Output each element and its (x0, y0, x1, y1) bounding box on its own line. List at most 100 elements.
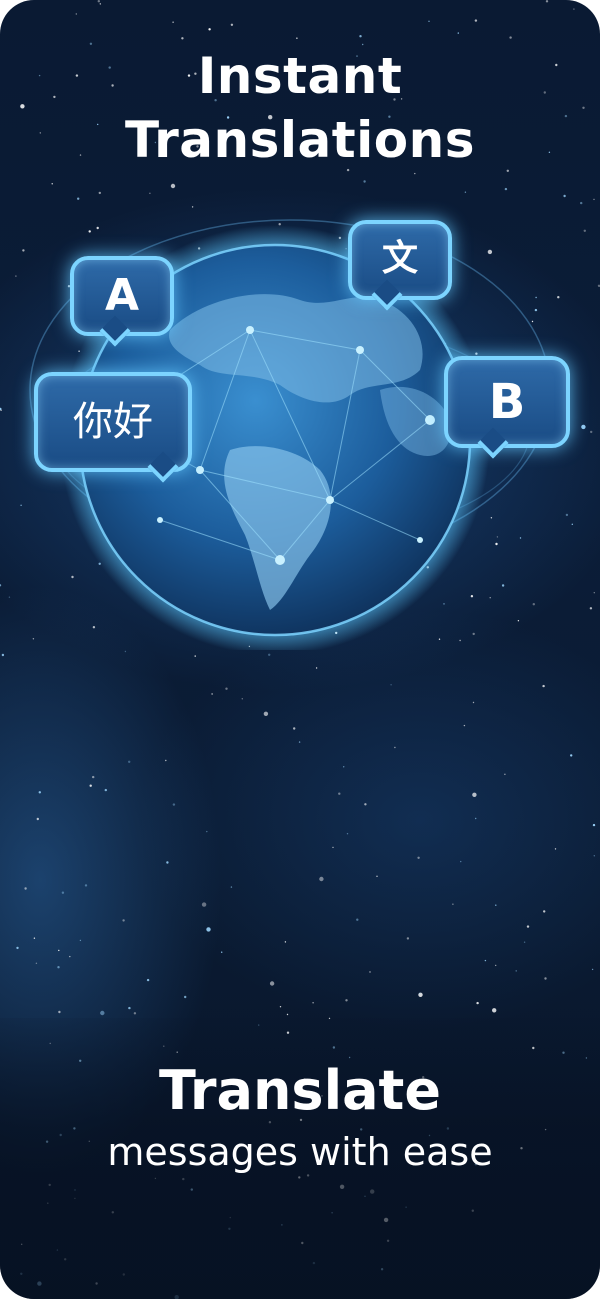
star (570, 754, 573, 757)
headline-line-2: Translations (125, 111, 475, 169)
chinese-greeting-label: 你好 (73, 399, 153, 445)
star (592, 823, 596, 827)
star (418, 992, 423, 997)
star (100, 1010, 105, 1016)
star (184, 995, 187, 999)
star (376, 875, 378, 877)
star (165, 759, 167, 762)
star (230, 886, 233, 888)
star (515, 970, 517, 972)
star (474, 19, 478, 22)
star (99, 3, 102, 5)
star (428, 20, 430, 22)
star (472, 701, 475, 704)
star (279, 1006, 282, 1008)
star (338, 792, 341, 795)
translate-icon: 文 (381, 238, 418, 279)
star (194, 655, 196, 657)
star (33, 937, 36, 939)
star (394, 746, 396, 749)
star (593, 855, 595, 857)
star (495, 904, 497, 906)
star (298, 741, 301, 743)
letter-a-label: A (104, 270, 140, 321)
star (542, 684, 545, 688)
star (211, 693, 213, 695)
star (263, 711, 269, 716)
star (92, 775, 95, 779)
tagline-subtitle: messages with ease (107, 1130, 493, 1174)
star (79, 939, 82, 942)
star (206, 927, 211, 932)
star (38, 791, 41, 794)
star (476, 1001, 479, 1005)
star (69, 955, 71, 958)
star (419, 992, 421, 995)
star (495, 964, 497, 967)
star (181, 37, 184, 40)
letter-b-bubble: B (444, 356, 570, 459)
letter-a-bubble: A (70, 256, 174, 347)
star (460, 860, 462, 863)
star (58, 1010, 61, 1014)
star (463, 724, 466, 727)
headline-line-1: Instant (197, 47, 403, 105)
star (523, 941, 526, 943)
star (104, 788, 108, 792)
star (128, 760, 131, 763)
star (573, 8, 575, 10)
star (390, 684, 392, 686)
star (363, 180, 366, 183)
star (364, 803, 367, 806)
star (356, 918, 359, 921)
star (296, 37, 298, 39)
star (591, 968, 594, 971)
star (122, 919, 125, 922)
star (545, 0, 549, 3)
star (504, 773, 506, 775)
star (133, 1012, 137, 1015)
star (544, 977, 547, 980)
star (172, 803, 176, 806)
headline: Instant Translations (0, 44, 600, 172)
star (475, 817, 477, 820)
star (346, 833, 349, 835)
star (57, 966, 60, 969)
star (97, 0, 101, 3)
star (208, 28, 211, 31)
star (284, 941, 287, 943)
star (492, 1008, 497, 1013)
star (319, 876, 324, 882)
star (414, 172, 416, 175)
star (221, 951, 223, 953)
star (343, 766, 345, 768)
star (332, 846, 334, 849)
star (146, 978, 150, 982)
star (484, 959, 487, 962)
chinese-greeting-bubble: 你好 (34, 372, 192, 483)
star (286, 1013, 289, 1016)
star (1, 653, 5, 657)
star (293, 727, 296, 730)
app-store-screenshot: Instant Translations 文 A 你好 B Translate … (0, 0, 600, 1299)
star (315, 667, 318, 669)
star (457, 32, 459, 34)
star (452, 903, 454, 905)
star (170, 183, 176, 189)
tagline-title: Translate (159, 1059, 441, 1122)
star (124, 650, 127, 653)
star (369, 971, 371, 973)
star (75, 13, 78, 15)
star (166, 861, 169, 864)
star (128, 1006, 131, 1010)
star (269, 981, 275, 986)
star (89, 784, 92, 787)
star (472, 792, 477, 797)
star (543, 910, 546, 913)
star (526, 925, 530, 928)
star (406, 937, 410, 940)
star (51, 183, 53, 185)
star (417, 856, 420, 859)
star (241, 698, 243, 700)
star (359, 35, 362, 38)
